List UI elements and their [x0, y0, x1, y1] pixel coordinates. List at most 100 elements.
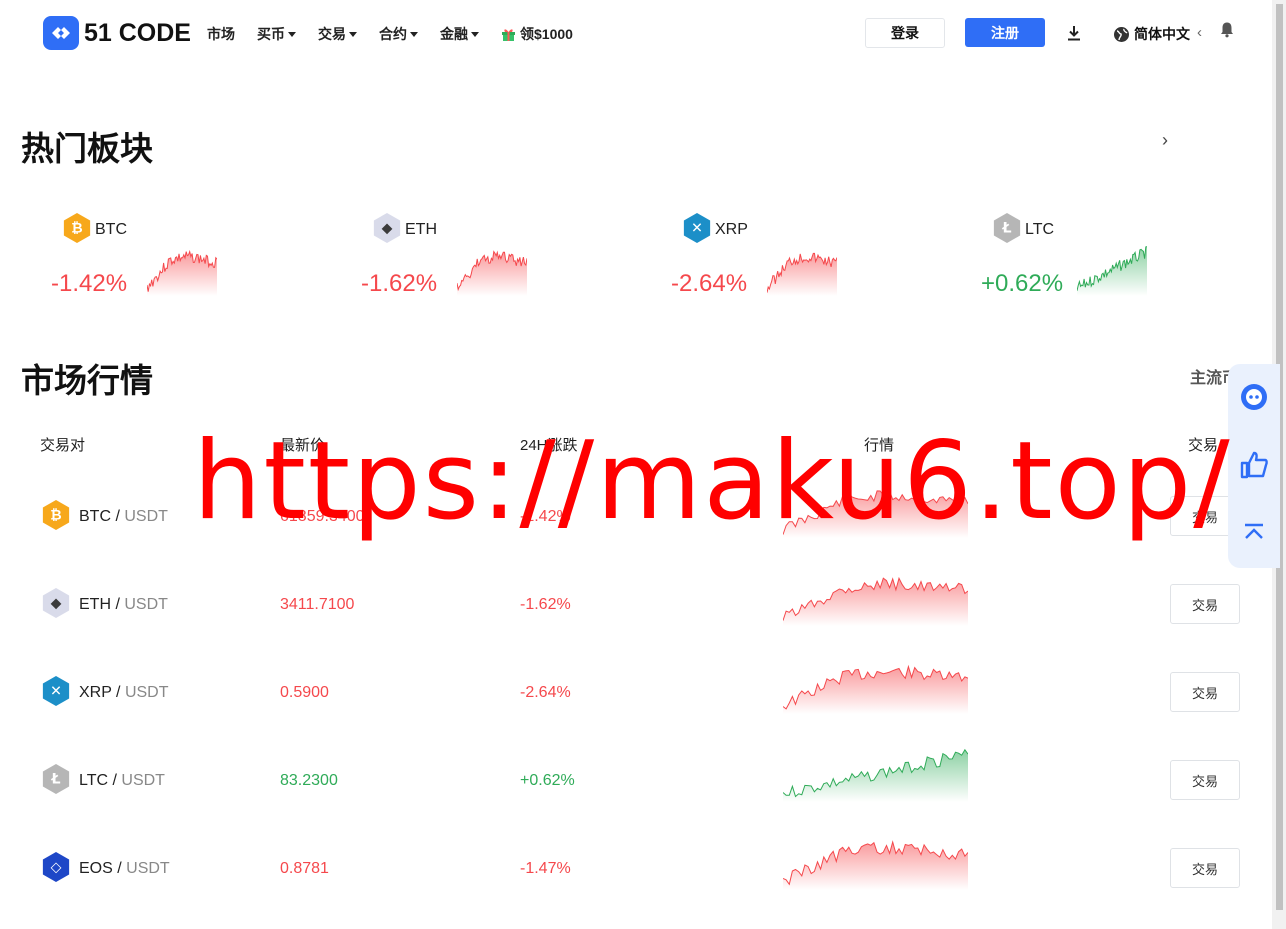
pair-label: XRP / USDT — [79, 684, 169, 702]
watermark-url: https://maku6.top/ — [193, 419, 1232, 544]
eos-icon: ◇ — [42, 852, 70, 882]
thumbs-up-icon[interactable] — [1239, 450, 1269, 480]
register-button[interactable]: 注册 — [965, 18, 1045, 47]
pair-label: EOS / USDT — [79, 860, 170, 878]
table-row[interactable]: ◇ EOS / USDT 0.8781 -1.47% 交易 — [0, 824, 1272, 912]
pair-base: BTC — [79, 508, 111, 525]
top-navbar: 51 CODE 市场 买币 交易 合约 金融 领$1000 登录 注册 简体中文… — [0, 0, 1272, 66]
hot-more-chevron-icon[interactable]: › — [1162, 130, 1168, 151]
hot-sectors-title: 热门板块 — [21, 130, 153, 167]
last-price: 0.5900 — [280, 684, 329, 701]
hot-card-xrp[interactable]: ✕ XRP -2.64% — [671, 210, 871, 310]
pair-base: ETH — [79, 596, 111, 613]
nav-buy-crypto[interactable]: 买币 — [257, 24, 296, 44]
sparkline-chart — [783, 748, 968, 802]
back-to-top-icon[interactable] — [1242, 522, 1266, 542]
hot-card-change: -1.42% — [51, 270, 128, 297]
pair-quote: USDT — [124, 508, 168, 525]
hot-card-symbol: BTC — [95, 221, 127, 238]
trade-button[interactable]: 交易 — [1170, 848, 1240, 888]
svg-text:✕: ✕ — [691, 221, 703, 237]
nav-trade[interactable]: 交易 — [318, 24, 357, 44]
pair-quote: USDT — [124, 596, 168, 613]
hot-card-change: -1.62% — [361, 270, 438, 297]
pair-separator: / — [111, 684, 125, 701]
svg-text:₿: ₿ — [71, 221, 82, 237]
pair-label: LTC / USDT — [79, 772, 165, 790]
hot-card-change: +0.62% — [981, 270, 1064, 297]
nav-bonus[interactable]: 领$1000 — [501, 24, 573, 44]
table-row[interactable]: Ł LTC / USDT 83.2300 +0.62% 交易 — [0, 736, 1272, 824]
logo-icon — [43, 16, 79, 50]
last-price: 3411.7100 — [280, 596, 355, 613]
change-24h: -1.47% — [520, 860, 571, 877]
svg-text:₿: ₿ — [50, 508, 61, 524]
pair-separator: / — [108, 772, 122, 789]
globe-icon — [1114, 26, 1129, 42]
trade-button[interactable]: 交易 — [1170, 672, 1240, 712]
brand-logo[interactable]: 51 CODE — [43, 16, 191, 50]
gift-icon — [502, 28, 515, 41]
col-header-pair: 交易对 — [40, 437, 86, 454]
xrp-icon: ✕ — [42, 676, 70, 706]
sparkline-chart — [767, 252, 837, 296]
pair-base: LTC — [79, 772, 109, 789]
pair-separator: / — [111, 596, 125, 613]
sparkline-chart — [783, 576, 968, 626]
caret-down-icon — [349, 31, 357, 37]
last-price: 83.2300 — [280, 772, 338, 789]
main-nav: 市场 买币 交易 合约 金融 领$1000 — [207, 24, 595, 44]
caret-down-icon — [410, 31, 418, 37]
brand-name: 51 CODE — [84, 18, 191, 47]
nav-market[interactable]: 市场 — [207, 24, 235, 44]
pair-label: ETH / USDT — [79, 596, 168, 614]
ltc-icon: Ł — [42, 764, 70, 794]
download-icon[interactable] — [1065, 24, 1083, 42]
ltc-icon: Ł — [993, 213, 1021, 243]
chat-icon[interactable] — [1239, 382, 1269, 412]
sparkline-chart — [457, 250, 527, 296]
bell-icon[interactable] — [1219, 21, 1235, 38]
hot-card-symbol: XRP — [715, 221, 748, 238]
hot-card-ltc[interactable]: Ł LTC +0.62% — [981, 210, 1181, 310]
sparkline-chart — [1077, 246, 1147, 296]
hot-card-change: -2.64% — [671, 270, 748, 297]
eth-icon: ◆ — [42, 588, 70, 618]
language-selector[interactable]: 简体中文 — [1113, 24, 1190, 44]
nav-finance[interactable]: 金融 — [440, 24, 479, 44]
trade-button[interactable]: 交易 — [1170, 584, 1240, 624]
svg-text:◆: ◆ — [382, 221, 393, 237]
sparkline-chart — [783, 840, 968, 890]
trade-button[interactable]: 交易 — [1170, 760, 1240, 800]
nav-contract[interactable]: 合约 — [379, 24, 418, 44]
pair-base: XRP — [79, 684, 112, 701]
pair-quote: USDT — [126, 860, 170, 877]
svg-text:Ł: Ł — [1001, 221, 1011, 237]
sparkline-chart — [783, 664, 968, 714]
table-row[interactable]: ◆ ETH / USDT 3411.7100 -1.62% 交易 — [0, 560, 1272, 648]
eth-icon: ◆ — [373, 213, 401, 243]
change-24h: -2.64% — [520, 684, 571, 701]
hot-card-eth[interactable]: ◆ ETH -1.62% — [361, 210, 561, 310]
sparkline-chart — [147, 249, 217, 296]
chevron-left-icon[interactable]: ‹ — [1197, 24, 1202, 41]
pair-quote: USDT — [124, 684, 169, 701]
side-float-panel — [1228, 364, 1280, 568]
hot-card-btc[interactable]: ₿ BTC -1.42% — [51, 210, 251, 310]
table-row[interactable]: ✕ XRP / USDT 0.5900 -2.64% 交易 — [0, 648, 1272, 736]
pair-separator: / — [112, 860, 127, 877]
hot-card-symbol: ETH — [405, 221, 437, 238]
pair-quote: USDT — [121, 772, 165, 789]
market-title: 市场行情 — [21, 362, 153, 399]
svg-text:◇: ◇ — [51, 860, 62, 876]
svg-text:◆: ◆ — [51, 596, 62, 612]
change-24h: +0.62% — [520, 772, 575, 789]
caret-down-icon — [471, 31, 479, 37]
login-button[interactable]: 登录 — [865, 18, 945, 48]
change-24h: -1.62% — [520, 596, 571, 613]
pair-separator: / — [111, 508, 125, 525]
xrp-icon: ✕ — [683, 213, 711, 243]
svg-text:Ł: Ł — [50, 772, 60, 788]
svg-text:✕: ✕ — [50, 684, 62, 700]
pair-label: BTC / USDT — [79, 508, 168, 526]
